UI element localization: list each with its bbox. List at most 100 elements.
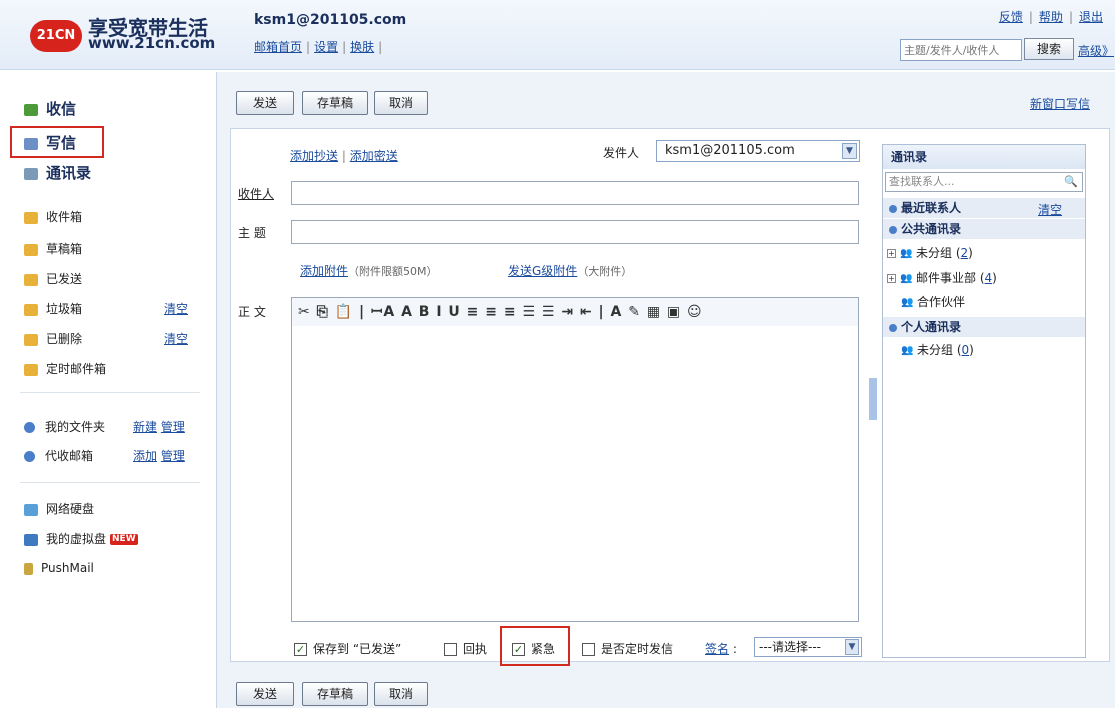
chevron-down-icon: ▼ xyxy=(845,639,859,655)
collapse-icon xyxy=(889,323,897,332)
add-proxy-link[interactable]: 添加 xyxy=(133,449,157,463)
contact-group[interactable]: 👥 未分组 (0) xyxy=(901,341,974,358)
checkbox-checked-icon[interactable]: ✓ xyxy=(294,643,307,656)
top-nav: 邮箱首页 | 设置 | 换肤 | xyxy=(254,40,383,54)
sidebar-inbox[interactable]: 收信 xyxy=(24,98,76,119)
collapse-contacts-tab[interactable] xyxy=(869,378,877,420)
vdisk-link[interactable]: 我的虚拟盘 NEW xyxy=(24,530,138,547)
body-editor[interactable] xyxy=(291,326,859,622)
netdisk-link[interactable]: 网络硬盘 xyxy=(24,500,94,517)
help-link[interactable]: 帮助 xyxy=(1039,10,1063,24)
collapse-icon xyxy=(889,204,897,213)
save-draft-button-top[interactable]: 存草稿 xyxy=(302,91,368,115)
folder-icon xyxy=(24,273,38,286)
subject-field[interactable] xyxy=(291,220,859,244)
folder-icon xyxy=(24,333,38,346)
attachment-limit: （附件限额50M） xyxy=(348,265,438,278)
search-button[interactable]: 搜索 xyxy=(1024,38,1074,60)
body-label: 正 文 xyxy=(238,305,266,319)
receipt-option[interactable]: 回执 xyxy=(444,640,487,657)
my-folders[interactable]: 我的文件夹 xyxy=(24,418,105,435)
netdisk-icon xyxy=(24,503,38,516)
add-cc-link[interactable]: 添加抄送 xyxy=(290,149,338,163)
collapse-icon xyxy=(889,225,897,234)
phone-icon xyxy=(24,562,33,575)
clear-recent-link[interactable]: 清空 xyxy=(1038,201,1062,218)
new-window-link[interactable]: 新窗口写信 xyxy=(1030,95,1090,112)
contacts-icon xyxy=(24,167,38,180)
contact-search-input[interactable]: 查找联系人... 🔍 xyxy=(885,172,1083,192)
group-icon: 👥 xyxy=(900,247,913,259)
cancel-button-bottom[interactable]: 取消 xyxy=(374,682,428,706)
search-input[interactable] xyxy=(900,39,1022,61)
sidebar-contacts[interactable]: 通讯录 xyxy=(24,162,91,183)
chevron-down-icon: ▼ xyxy=(842,143,857,159)
group-icon: 👥 xyxy=(901,296,914,308)
manage-folders-link[interactable]: 管理 xyxy=(161,420,185,434)
subject-label: 主 题 xyxy=(238,226,266,240)
send-button-top[interactable]: 发送 xyxy=(236,91,294,115)
public-contacts-section[interactable]: 公共通讯录 xyxy=(883,219,1085,239)
folder-sent[interactable]: 已发送 xyxy=(24,270,82,287)
save-to-sent-option[interactable]: ✓ 保存到 “已发送” xyxy=(294,640,401,657)
contact-group[interactable]: + 👥 未分组 (2) xyxy=(887,244,973,261)
scheduled-option[interactable]: 是否定时发信 xyxy=(582,640,673,657)
expand-icon xyxy=(24,451,35,462)
folder-icon xyxy=(24,363,38,376)
pushmail-link[interactable]: PushMail xyxy=(24,561,94,575)
large-attachment-row: 发送G级附件（大附件） xyxy=(508,262,632,279)
clear-deleted-link[interactable]: 清空 xyxy=(164,330,188,347)
advanced-search-link[interactable]: 高级》 xyxy=(1078,42,1114,59)
to-label-link[interactable]: 收件人 xyxy=(238,185,274,202)
folder-deleted[interactable]: 已删除 xyxy=(24,330,82,347)
proxy-mail[interactable]: 代收邮箱 xyxy=(24,447,93,464)
expand-icon xyxy=(24,422,35,433)
top-header: 21CN 享受宽带生活 www.21cn.com ksm1@201105.com… xyxy=(0,0,1115,70)
send-large-attachment-link[interactable]: 发送G级附件 xyxy=(508,264,577,278)
folder-drafts[interactable]: 草稿箱 xyxy=(24,240,82,257)
send-button-bottom[interactable]: 发送 xyxy=(236,682,294,706)
contact-group[interactable]: 👥 合作伙伴 xyxy=(901,293,965,310)
signature-select[interactable]: ---请选择--- ▼ xyxy=(754,637,862,657)
nav-skin[interactable]: 换肤 xyxy=(350,40,374,54)
inbox-icon xyxy=(24,103,38,116)
compose-highlight-box xyxy=(10,126,104,158)
checkbox-icon[interactable] xyxy=(582,643,595,656)
folder-inbox[interactable]: 收件箱 xyxy=(24,208,82,225)
manage-proxy-link[interactable]: 管理 xyxy=(161,449,185,463)
folder-icon xyxy=(24,303,38,316)
cancel-button-top[interactable]: 取消 xyxy=(374,91,428,115)
folder-icon xyxy=(24,243,38,256)
nav-mail-home[interactable]: 邮箱首页 xyxy=(254,40,302,54)
logout-link[interactable]: 退出 xyxy=(1079,10,1103,24)
user-email: ksm1@201105.com xyxy=(254,12,407,28)
feedback-link[interactable]: 反馈 xyxy=(999,10,1023,24)
sender-select[interactable]: ksm1@201105.com ▼ xyxy=(656,140,860,162)
save-draft-button-bottom[interactable]: 存草稿 xyxy=(302,682,368,706)
checkbox-icon[interactable] xyxy=(444,643,457,656)
logo-badge: 21CN xyxy=(30,20,82,52)
nav-settings[interactable]: 设置 xyxy=(314,40,338,54)
my-folders-actions: 新建 管理 xyxy=(133,418,185,435)
personal-contacts-section[interactable]: 个人通讯录 xyxy=(883,317,1085,337)
search-icon[interactable]: 🔍 xyxy=(1064,173,1078,191)
expand-plus-icon[interactable]: + xyxy=(887,274,896,283)
cc-bcc-links: 添加抄送 | 添加密送 xyxy=(290,149,398,163)
urgent-highlight-box xyxy=(500,626,570,666)
utility-links: 反馈 | 帮助 | 退出 xyxy=(998,10,1103,24)
contact-group[interactable]: + 👥 邮件事业部 (4) xyxy=(887,269,997,286)
new-folder-link[interactable]: 新建 xyxy=(133,420,157,434)
add-attachment-link[interactable]: 添加附件 xyxy=(300,264,348,278)
folder-scheduled[interactable]: 定时邮件箱 xyxy=(24,360,106,377)
expand-plus-icon[interactable]: + xyxy=(887,249,896,258)
to-field[interactable] xyxy=(291,181,859,205)
clear-spam-link[interactable]: 清空 xyxy=(164,300,188,317)
folder-spam[interactable]: 垃圾箱 xyxy=(24,300,82,317)
vdisk-icon xyxy=(24,533,38,546)
add-bcc-link[interactable]: 添加密送 xyxy=(350,149,398,163)
editor-toolbar[interactable]: ✂ ⎘ 📋 | ꟷA A B I U ≡ ≡ ≡ ☰ ☰ ⇥ ⇤ | A ✎ ▦… xyxy=(291,297,859,327)
group-icon: 👥 xyxy=(901,344,914,356)
sidebar-divider xyxy=(20,482,200,483)
new-badge: NEW xyxy=(110,534,138,545)
signature-link[interactable]: 签名 xyxy=(705,642,729,656)
